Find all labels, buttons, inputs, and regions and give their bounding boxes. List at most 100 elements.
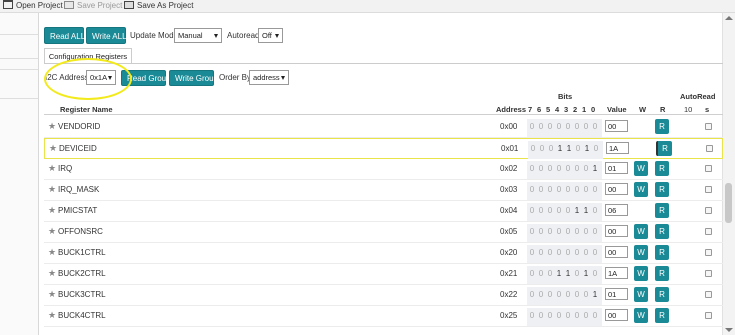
value-input[interactable]: 06 (605, 204, 628, 216)
autoread-checkbox[interactable] (705, 291, 712, 298)
bit-toggle[interactable]: 0 (592, 144, 600, 153)
bit-toggle[interactable]: 0 (591, 206, 599, 215)
bit-toggle[interactable]: 0 (573, 227, 581, 236)
save-as-project-button[interactable]: Save As Project (124, 0, 193, 12)
bit-toggle[interactable]: 0 (537, 185, 545, 194)
read-button[interactable]: R (655, 308, 669, 323)
scroll-thumb[interactable] (725, 183, 732, 223)
star-icon[interactable]: ★ (48, 247, 56, 258)
bit-toggle[interactable]: 0 (528, 164, 536, 173)
value-input[interactable]: 00 (605, 246, 628, 258)
bit-toggle[interactable]: 0 (591, 269, 599, 278)
bit-toggle[interactable]: 0 (546, 164, 554, 173)
read-button[interactable]: R (655, 224, 669, 239)
bit-toggle[interactable]: 0 (574, 144, 582, 153)
read-button[interactable]: R (655, 119, 669, 134)
bit-toggle[interactable]: 0 (555, 248, 563, 257)
bit-toggle[interactable]: 0 (537, 311, 545, 320)
bit-toggle[interactable]: 1 (555, 269, 563, 278)
bit-toggle[interactable]: 0 (546, 227, 554, 236)
value-input[interactable]: 00 (605, 225, 628, 237)
read-button[interactable]: R (655, 245, 669, 260)
open-project-button[interactable]: Open Project (3, 0, 63, 12)
bit-toggle[interactable]: 0 (564, 248, 572, 257)
order-by-select[interactable]: address (249, 70, 289, 85)
star-icon[interactable]: ★ (48, 310, 56, 321)
scroll-up-icon[interactable] (725, 16, 733, 20)
bit-toggle[interactable]: 0 (528, 269, 536, 278)
star-icon[interactable]: ★ (48, 121, 56, 132)
autoread-select[interactable]: Off (258, 28, 283, 43)
bit-toggle[interactable]: 0 (591, 248, 599, 257)
bit-toggle[interactable]: 1 (564, 269, 572, 278)
bit-toggle[interactable]: 0 (573, 185, 581, 194)
bit-toggle[interactable]: 0 (528, 248, 536, 257)
bit-toggle[interactable]: 0 (573, 122, 581, 131)
bit-toggle[interactable]: 0 (564, 227, 572, 236)
value-input[interactable]: 00 (605, 309, 628, 321)
write-group-button[interactable]: Write Group (169, 70, 218, 86)
star-icon[interactable]: ★ (48, 184, 56, 195)
value-input[interactable]: 1A (605, 267, 628, 279)
bit-toggle[interactable]: 1 (582, 206, 590, 215)
bit-toggle[interactable]: 0 (546, 206, 554, 215)
vertical-scrollbar[interactable] (722, 13, 735, 335)
write-button[interactable]: W (634, 182, 648, 197)
bit-toggle[interactable]: 0 (528, 311, 536, 320)
bit-toggle[interactable]: 0 (537, 269, 545, 278)
bit-toggle[interactable]: 0 (582, 164, 590, 173)
value-input[interactable]: 00 (605, 120, 628, 132)
bit-toggle[interactable]: 0 (591, 185, 599, 194)
bit-toggle[interactable]: 0 (546, 269, 554, 278)
write-all-button[interactable]: Write ALL (86, 27, 127, 44)
bit-toggle[interactable]: 1 (583, 144, 591, 153)
bit-toggle[interactable]: 0 (573, 269, 581, 278)
bit-toggle[interactable]: 1 (573, 206, 581, 215)
value-input[interactable]: 1A (606, 142, 629, 154)
bit-toggle[interactable]: 0 (582, 248, 590, 257)
bit-toggle[interactable]: 0 (538, 144, 546, 153)
bit-toggle[interactable]: 0 (528, 185, 536, 194)
bit-toggle[interactable]: 0 (555, 122, 563, 131)
scroll-down-icon[interactable] (725, 328, 733, 332)
bit-toggle[interactable]: 0 (573, 311, 581, 320)
bit-toggle[interactable]: 0 (537, 122, 545, 131)
bit-toggle[interactable]: 0 (546, 290, 554, 299)
bit-toggle[interactable]: 1 (582, 269, 590, 278)
star-icon[interactable]: ★ (48, 268, 56, 279)
star-icon[interactable]: ★ (48, 289, 56, 300)
write-button[interactable]: W (634, 161, 648, 176)
bit-toggle[interactable]: 0 (591, 311, 599, 320)
update-mode-select[interactable]: Manual (174, 28, 222, 43)
bit-toggle[interactable]: 0 (537, 227, 545, 236)
bit-toggle[interactable]: 0 (573, 164, 581, 173)
bit-toggle[interactable]: 0 (537, 164, 545, 173)
write-button[interactable]: W (634, 266, 648, 281)
bit-toggle[interactable]: 1 (591, 290, 599, 299)
bit-toggle[interactable]: 0 (573, 290, 581, 299)
autoread-checkbox[interactable] (705, 123, 712, 130)
write-button[interactable]: W (634, 308, 648, 323)
autoread-checkbox[interactable] (705, 186, 712, 193)
bit-toggle[interactable]: 0 (582, 290, 590, 299)
bit-toggle[interactable]: 0 (555, 311, 563, 320)
star-icon[interactable]: ★ (48, 205, 56, 216)
bit-toggle[interactable]: 0 (528, 206, 536, 215)
bit-toggle[interactable]: 0 (546, 248, 554, 257)
read-button[interactable]: R (655, 203, 669, 218)
value-input[interactable]: 01 (605, 288, 628, 300)
bit-toggle[interactable]: 0 (555, 206, 563, 215)
save-project-button[interactable]: Save Project (64, 0, 122, 12)
bit-toggle[interactable]: 0 (555, 164, 563, 173)
bit-toggle[interactable]: 0 (546, 185, 554, 194)
i2c-address-select[interactable]: 0x1A (86, 70, 116, 85)
read-group-button[interactable]: Read Group (121, 70, 171, 86)
bit-toggle[interactable]: 0 (582, 311, 590, 320)
bit-toggle[interactable]: 0 (537, 206, 545, 215)
bit-toggle[interactable]: 0 (528, 290, 536, 299)
value-input[interactable]: 00 (605, 183, 628, 195)
bit-toggle[interactable]: 1 (591, 164, 599, 173)
bit-toggle[interactable]: 0 (564, 290, 572, 299)
bit-toggle[interactable]: 0 (555, 290, 563, 299)
read-button[interactable]: R (655, 182, 669, 197)
